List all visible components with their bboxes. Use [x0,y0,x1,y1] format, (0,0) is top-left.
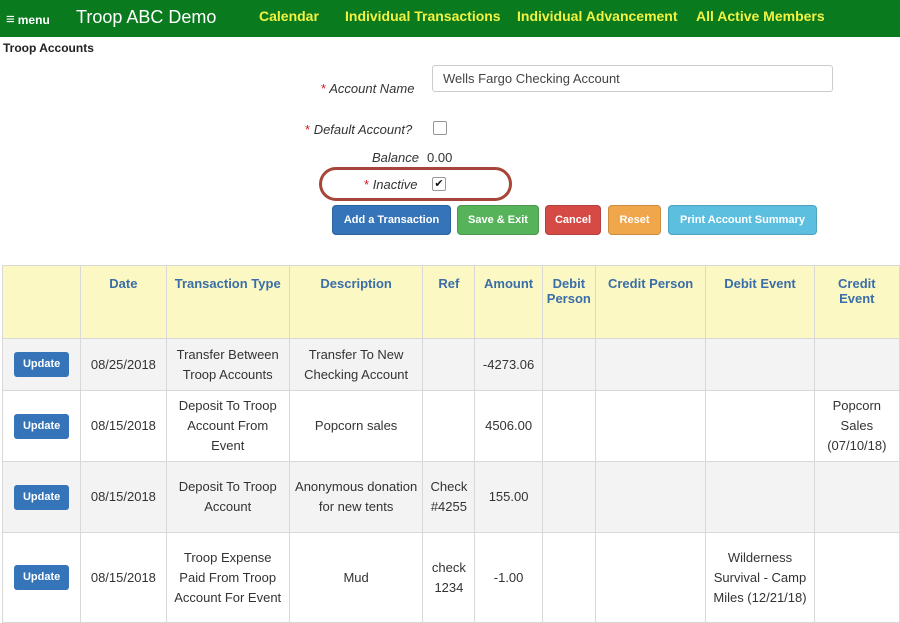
table-row: Update 08/25/2018 Transfer Between Troop… [1,338,900,391]
amount-cell: -1.00 [474,532,543,623]
inactive-label: * Inactive [364,177,418,192]
debit-person-cell [541,338,596,391]
update-button[interactable]: Update [13,352,70,377]
date-cell: 08/25/2018 [80,338,167,391]
required-mark: * [321,81,327,96]
ref-cell [422,390,476,462]
account-name-input[interactable] [432,65,833,92]
table-header-row: Date Transaction Type Description Ref Am… [1,265,900,339]
nav-link-individual-transactions[interactable]: Individual Transactions [345,8,501,24]
description-cell: Mud [288,532,424,623]
nav-link-all-active-members[interactable]: All Active Members [696,8,825,24]
date-cell: 08/15/2018 [80,390,167,462]
ref-cell: Check #4255 [422,461,476,533]
transactions-table: Date Transaction Type Description Ref Am… [1,265,900,623]
hamburger-icon: ≡ [6,11,15,28]
menu-label: menu [17,13,50,27]
credit-person-cell [594,390,707,462]
type-cell: Transfer Between Troop Accounts [165,338,290,391]
ref-cell: check 1234 [422,532,476,623]
default-account-checkbox[interactable] [433,121,447,135]
table-row: Update 08/15/2018 Troop Expense Paid Fro… [1,532,900,623]
credit-event-cell [813,338,900,391]
add-transaction-button[interactable]: Add a Transaction [332,205,451,235]
nav-link-calendar[interactable]: Calendar [259,8,319,24]
nav-link-individual-advancement[interactable]: Individual Advancement [517,8,678,24]
amount-cell: -4273.06 [474,338,543,391]
debit-event-cell [705,390,815,462]
debit-person-cell [541,532,596,623]
column-header-transaction-type[interactable]: Transaction Type [165,265,290,339]
account-name-label-text: Account Name [329,81,415,96]
column-header-date[interactable]: Date [80,265,167,339]
debit-person-cell [541,461,596,533]
date-cell: 08/15/2018 [80,532,167,623]
column-header-credit-person[interactable]: Credit Person [594,265,707,339]
amount-cell: 4506.00 [474,390,543,462]
column-header-description[interactable]: Description [288,265,424,339]
date-cell: 08/15/2018 [80,461,167,533]
column-header-debit-event[interactable]: Debit Event [705,265,815,339]
update-button[interactable]: Update [13,484,70,510]
debit-person-cell [541,390,596,462]
credit-event-cell: Popcorn Sales (07/10/18) [813,390,900,462]
update-button[interactable]: Update [13,565,70,590]
balance-label: Balance [372,150,419,165]
reset-button[interactable]: Reset [608,205,661,235]
type-cell: Troop Expense Paid From Troop Account Fo… [165,532,290,623]
top-nav-bar: ≡ menu Troop ABC Demo Calendar Individual… [0,0,900,37]
credit-event-cell [813,532,900,623]
description-cell: Transfer To New Checking Account [288,338,424,391]
print-account-summary-button[interactable]: Print Account Summary [668,205,817,235]
column-header-ref[interactable]: Ref [422,265,476,339]
save-exit-button[interactable]: Save & Exit [457,205,539,235]
description-cell: Popcorn sales [288,390,424,462]
page-title: Troop Accounts [3,41,94,55]
balance-value: 0.00 [427,150,453,165]
column-header-credit-event[interactable]: Credit Event [813,265,900,339]
default-account-label: * Default Account? [305,122,412,137]
column-header [1,265,82,339]
default-account-label-text: Default Account? [313,122,413,137]
credit-person-cell [594,338,707,391]
column-header-amount[interactable]: Amount [474,265,543,339]
description-cell: Anonymous donation for new tents [288,461,424,533]
required-mark: * [305,122,311,137]
update-cell: Update [1,532,82,623]
credit-event-cell [813,461,900,533]
menu-button[interactable]: ≡ menu [6,11,50,28]
table-row: Update 08/15/2018 Deposit To Troop Accou… [1,461,900,533]
checkmark-icon: ✔ [434,178,444,190]
debit-event-cell [705,461,815,533]
inactive-checkbox[interactable]: ✔ [432,177,446,191]
update-cell: Update [1,390,82,462]
debit-event-cell: Wilderness Survival - Camp Miles (12/21/… [705,532,815,623]
table-row: Update 08/15/2018 Deposit To Troop Accou… [1,390,900,462]
account-name-label: * Account Name [321,81,414,96]
credit-person-cell [594,461,707,533]
inactive-label-text: Inactive [372,177,418,192]
app-title[interactable]: Troop ABC Demo [76,7,216,28]
column-header-debit-person[interactable]: Debit Person [541,265,596,339]
amount-cell: 155.00 [474,461,543,533]
update-button[interactable]: Update [13,413,70,439]
type-cell: Deposit To Troop Account From Event [165,390,290,462]
cancel-button[interactable]: Cancel [545,205,601,235]
ref-cell [422,338,476,391]
debit-event-cell [705,338,815,391]
required-mark: * [364,177,370,192]
type-cell: Deposit To Troop Account [165,461,290,533]
update-cell: Update [1,338,82,391]
credit-person-cell [594,532,707,623]
update-cell: Update [1,461,82,533]
